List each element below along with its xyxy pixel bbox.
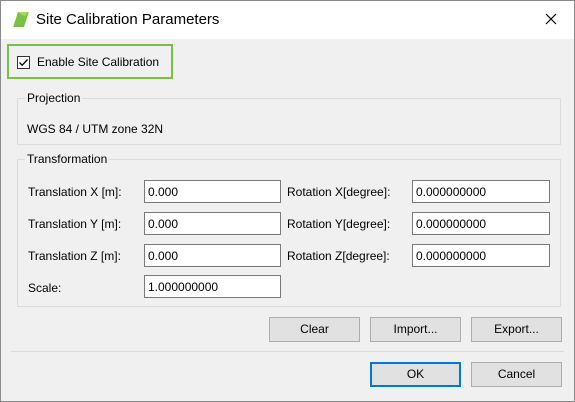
app-logo-icon bbox=[13, 11, 29, 28]
scale-input[interactable] bbox=[144, 275, 281, 298]
window-title: Site Calibration Parameters bbox=[36, 11, 220, 28]
close-icon bbox=[545, 13, 557, 28]
enable-calibration-checkbox[interactable] bbox=[17, 56, 30, 69]
rotation-y-input[interactable] bbox=[412, 212, 550, 235]
footer-separator bbox=[11, 351, 564, 352]
projection-legend: Projection bbox=[25, 91, 83, 105]
translation-z-label: Translation Z [m]: bbox=[28, 249, 121, 263]
rotation-x-input[interactable] bbox=[412, 180, 550, 203]
close-button[interactable] bbox=[528, 1, 574, 39]
translation-y-input[interactable] bbox=[144, 212, 281, 235]
dialog-window: Site Calibration Parameters Enable Site … bbox=[0, 0, 575, 402]
export-button[interactable]: Export... bbox=[471, 317, 562, 342]
cancel-button[interactable]: Cancel bbox=[471, 362, 562, 387]
enable-calibration-label[interactable]: Enable Site Calibration bbox=[37, 55, 159, 69]
transformation-legend: Transformation bbox=[25, 152, 110, 166]
translation-x-label: Translation X [m]: bbox=[28, 185, 122, 199]
rotation-z-label: Rotation Z[degree]: bbox=[287, 249, 390, 263]
ok-button[interactable]: OK bbox=[370, 362, 461, 387]
projection-value: WGS 84 / UTM zone 32N bbox=[27, 122, 164, 136]
rotation-y-label: Rotation Y[degree]: bbox=[287, 217, 391, 231]
title-bar: Site Calibration Parameters bbox=[1, 1, 574, 39]
import-button[interactable]: Import... bbox=[370, 317, 461, 342]
scale-label: Scale: bbox=[28, 281, 62, 295]
rotation-x-label: Rotation X[degree]: bbox=[287, 185, 391, 199]
transformation-group: Transformation Translation X [m]: Rotati… bbox=[17, 152, 561, 307]
clear-button[interactable]: Clear bbox=[269, 317, 360, 342]
projection-group: Projection WGS 84 / UTM zone 32N bbox=[17, 91, 561, 145]
translation-y-label: Translation Y [m]: bbox=[28, 217, 122, 231]
translation-x-input[interactable] bbox=[144, 180, 281, 203]
enable-calibration-highlight: Enable Site Calibration bbox=[7, 44, 173, 79]
rotation-z-input[interactable] bbox=[412, 244, 550, 267]
translation-z-input[interactable] bbox=[144, 244, 281, 267]
